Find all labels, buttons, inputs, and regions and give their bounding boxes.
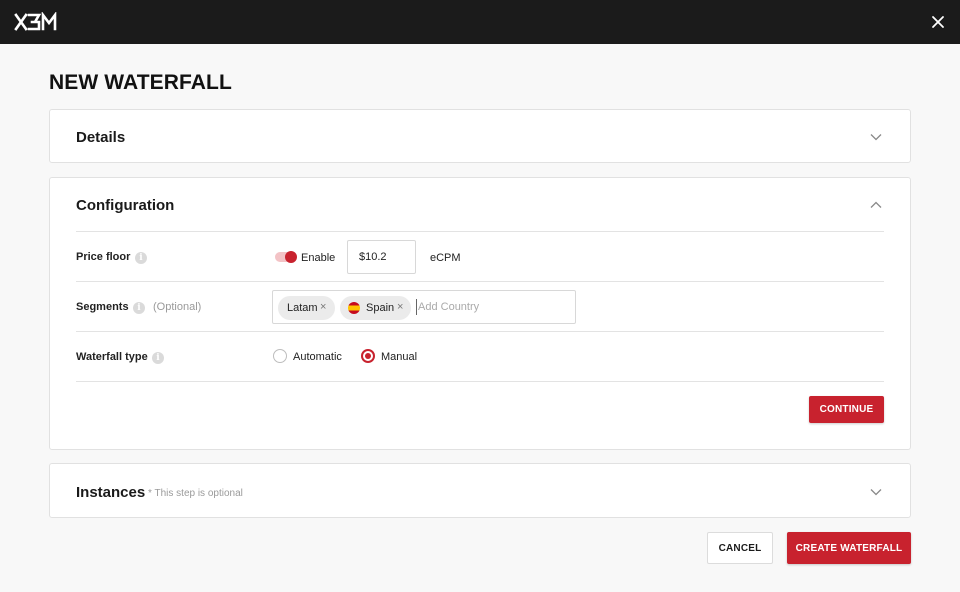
segment-chip-spain[interactable]: Spain ×	[340, 296, 411, 320]
info-icon: i	[133, 302, 145, 314]
chip-label: Spain	[366, 302, 395, 314]
spain-flag-icon	[348, 302, 360, 314]
add-country-input[interactable]	[416, 299, 566, 315]
waterfall-type-label: Waterfall type	[76, 351, 148, 363]
top-bar	[0, 0, 960, 44]
segment-chip-latam[interactable]: Latam ×	[278, 296, 335, 320]
price-floor-label: Price floor	[76, 251, 131, 263]
toggle-knob	[285, 251, 297, 263]
radio-manual[interactable]	[361, 349, 375, 363]
remove-chip-icon[interactable]: ×	[397, 301, 403, 313]
segments-input-box[interactable]: Latam × Spain ×	[272, 290, 576, 324]
optional-step-note: * This step is optional	[148, 488, 243, 499]
price-floor-toggle[interactable]	[275, 251, 297, 263]
continue-button[interactable]: CONTINUE	[809, 396, 884, 423]
divider	[76, 381, 884, 382]
create-waterfall-button[interactable]: CREATE WATERFALL	[787, 532, 911, 564]
segments-label: Segments	[76, 301, 129, 313]
radio-manual-label[interactable]: Manual	[381, 351, 417, 363]
radio-automatic-label[interactable]: Automatic	[293, 351, 342, 363]
chevron-down-icon[interactable]	[870, 488, 882, 496]
chevron-down-icon[interactable]	[870, 133, 882, 141]
ecpm-label: eCPM	[430, 252, 461, 264]
info-icon: i	[152, 352, 164, 364]
close-icon[interactable]	[930, 14, 946, 30]
instances-section[interactable]: Instances * This step is optional	[49, 463, 911, 518]
divider	[76, 281, 884, 282]
cancel-button[interactable]: CANCEL	[707, 532, 773, 564]
remove-chip-icon[interactable]: ×	[320, 301, 326, 313]
page-title: NEW WATERFALL	[49, 71, 232, 94]
divider	[76, 331, 884, 332]
instances-title: Instances	[76, 484, 146, 501]
enable-label: Enable	[301, 252, 336, 264]
x3m-logo[interactable]	[14, 12, 62, 32]
optional-label: (Optional)	[153, 301, 202, 313]
details-title: Details	[76, 129, 126, 146]
divider	[76, 231, 884, 232]
configuration-title: Configuration	[76, 197, 175, 214]
chevron-up-icon[interactable]	[870, 201, 882, 209]
configuration-section: Configuration Price floor i Enable eCPM …	[49, 177, 911, 450]
info-icon: i	[135, 252, 147, 264]
price-floor-input[interactable]	[347, 240, 416, 274]
chip-label: Latam	[287, 302, 318, 314]
details-section[interactable]: Details	[49, 109, 911, 163]
radio-automatic[interactable]	[273, 349, 287, 363]
